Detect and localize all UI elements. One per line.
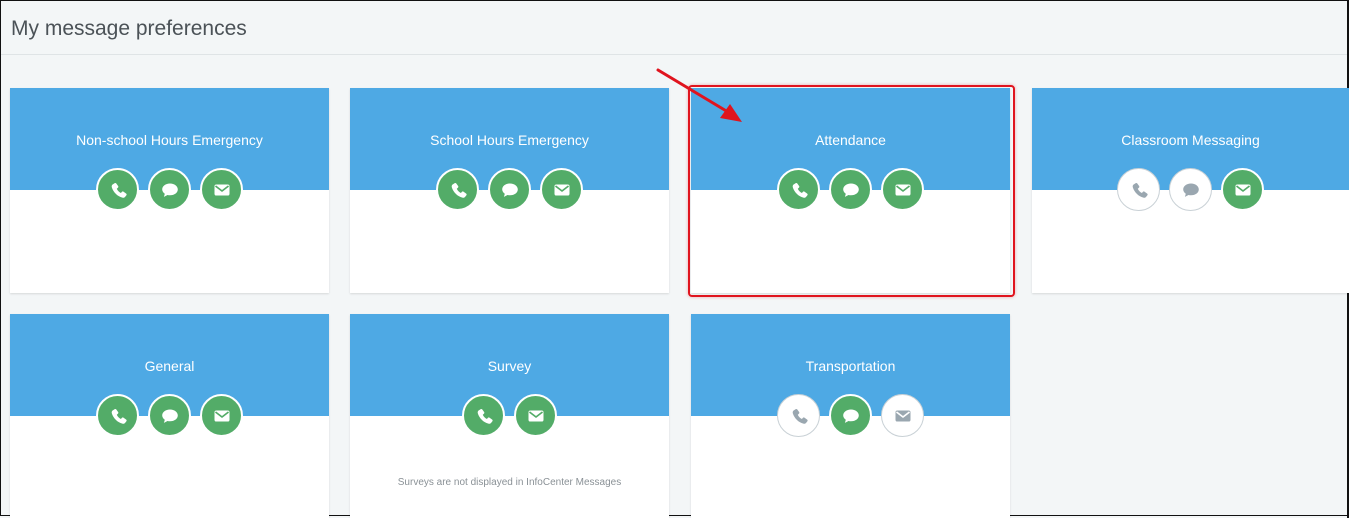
card-title: General [144,358,195,374]
card-title: Transportation [805,358,896,374]
chat-bubble-icon[interactable] [488,168,531,211]
chat-bubble-icon[interactable] [148,168,191,211]
chat-bubble-icon[interactable] [829,394,872,437]
envelope-icon[interactable] [200,168,243,211]
envelope-icon[interactable] [881,394,924,437]
card-note: Surveys are not displayed in InfoCenter … [397,477,622,488]
channel-icons [350,394,669,437]
card-title: Survey [487,358,532,374]
phone-icon[interactable] [1117,168,1160,211]
preference-card-transportation[interactable]: Transportation [691,314,1010,518]
preference-card-classroom-messaging[interactable]: Classroom Messaging [1032,88,1349,293]
channel-icons [10,168,329,211]
annotation-arrow-icon [656,68,742,122]
channel-icons [1032,168,1349,211]
envelope-icon[interactable] [540,168,583,211]
phone-icon[interactable] [777,394,820,437]
chat-bubble-icon[interactable] [1169,168,1212,211]
page-title: My message preferences [11,17,247,40]
chat-bubble-icon[interactable] [148,394,191,437]
channel-icons [10,394,329,437]
preference-card-general[interactable]: General [10,314,329,518]
channel-icons [691,394,1010,437]
card-title: Classroom Messaging [1121,132,1260,148]
envelope-icon[interactable] [514,394,557,437]
page-header: My message preferences [1,1,1347,55]
phone-icon[interactable] [96,168,139,211]
card-title: Non-school Hours Emergency [76,132,263,148]
preference-card-school-hours-emergency[interactable]: School Hours Emergency [350,88,669,293]
phone-icon[interactable] [96,394,139,437]
phone-icon[interactable] [462,394,505,437]
envelope-icon[interactable] [200,394,243,437]
preference-card-survey[interactable]: Survey Surveys are not displayed in Info… [350,314,669,518]
preference-card-non-school-hours-emergency[interactable]: Non-school Hours Emergency [10,88,329,293]
phone-icon[interactable] [436,168,479,211]
channel-icons [350,168,669,211]
card-title: School Hours Emergency [430,132,589,148]
envelope-icon[interactable] [1221,168,1264,211]
